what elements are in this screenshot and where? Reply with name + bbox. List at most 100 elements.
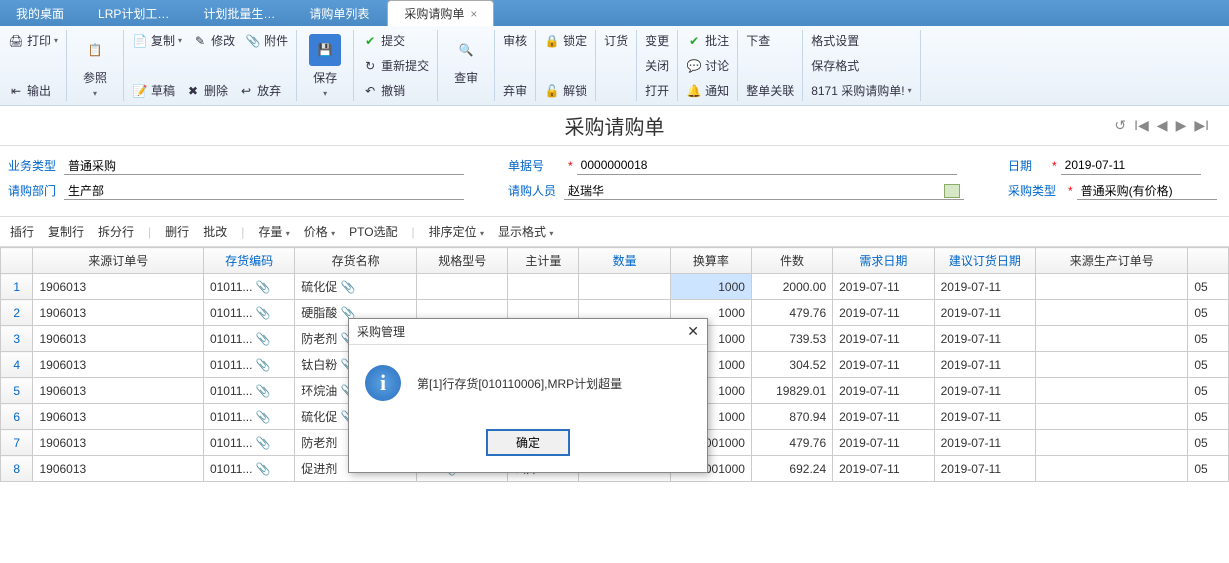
table-cell[interactable]	[1036, 326, 1188, 352]
table-cell[interactable]	[1036, 274, 1188, 300]
lookup-icon[interactable]	[944, 184, 960, 198]
print-button[interactable]: 🖨打印▾	[8, 32, 58, 49]
table-cell[interactable]: 2019-07-11	[934, 300, 1035, 326]
table-cell[interactable]: 05	[1188, 430, 1229, 456]
prev-icon[interactable]: ◀	[1157, 117, 1168, 134]
table-cell[interactable]: 01011... 📎	[203, 378, 294, 404]
table-cell[interactable]: 01011... 📎	[203, 300, 294, 326]
col-header[interactable]: 件数	[751, 248, 832, 274]
purch-type-field[interactable]	[1077, 181, 1217, 200]
template-button[interactable]: 8171 采购请购单!▾	[811, 82, 911, 99]
person-field[interactable]	[564, 181, 964, 200]
table-cell[interactable]: 01011... 📎	[203, 456, 294, 482]
table-cell[interactable]: 2019-07-11	[934, 274, 1035, 300]
allclose-button[interactable]: 整单关联	[746, 82, 794, 99]
table-cell[interactable]: 05	[1188, 300, 1229, 326]
biz-type-field[interactable]	[64, 156, 464, 175]
dialog-ok-button[interactable]: 确定	[486, 429, 570, 456]
table-cell[interactable]: 2019-07-11	[934, 456, 1035, 482]
table-cell[interactable]: 2019-07-11	[833, 456, 934, 482]
table-cell[interactable]: 1906013	[33, 404, 203, 430]
col-header[interactable]: 数量	[579, 248, 670, 274]
submit-button[interactable]: ✔提交	[362, 32, 405, 49]
draft-button[interactable]: 📝草稿	[132, 82, 175, 99]
table-cell[interactable]	[1036, 378, 1188, 404]
tb-copyrow[interactable]: 复制行	[48, 223, 84, 240]
audit-button[interactable]: 🔍 查审	[446, 32, 486, 88]
doc-no-field[interactable]	[577, 156, 957, 175]
col-header[interactable]: 建议订货日期	[934, 248, 1035, 274]
dept-field[interactable]	[64, 181, 464, 200]
col-header[interactable]	[1, 248, 33, 274]
notify-button[interactable]: 🔔通知	[686, 82, 729, 99]
col-header[interactable]: 主计量	[508, 248, 579, 274]
next-icon[interactable]: ▶	[1176, 117, 1187, 134]
table-cell[interactable]	[1036, 404, 1188, 430]
table-cell[interactable]: 692.24	[751, 456, 832, 482]
date-field[interactable]	[1061, 156, 1201, 175]
save-button[interactable]: 💾 保存 ▾	[305, 32, 345, 100]
tb-sort[interactable]: 排序定位 ▾	[429, 223, 484, 240]
change-button[interactable]: 变更	[645, 32, 669, 49]
table-cell[interactable]: 4	[1, 352, 33, 378]
reject-button[interactable]: 弃审	[503, 82, 527, 99]
table-cell[interactable]: 3	[1, 326, 33, 352]
last-icon[interactable]: ▶I	[1194, 117, 1209, 134]
table-cell[interactable]: 05	[1188, 378, 1229, 404]
tb-pto[interactable]: PTO选配	[349, 223, 397, 240]
tab-purchreq[interactable]: 采购请购单×	[387, 0, 494, 26]
col-header[interactable]: 存货编码	[203, 248, 294, 274]
delete-button[interactable]: ✖删除	[185, 82, 228, 99]
table-cell[interactable]: 2019-07-11	[833, 300, 934, 326]
first-icon[interactable]: I◀	[1134, 117, 1149, 134]
approve-button[interactable]: ✔批注	[686, 32, 729, 49]
open-button[interactable]: 打开	[645, 82, 669, 99]
table-cell[interactable]: 479.76	[751, 430, 832, 456]
copy-button[interactable]: 📄复制▾	[132, 32, 182, 49]
tab-batch[interactable]: 计划批量生…	[187, 1, 291, 26]
table-cell[interactable]: 5	[1, 378, 33, 404]
col-header[interactable]: 需求日期	[833, 248, 934, 274]
saveformat-button[interactable]: 保存格式	[811, 57, 859, 74]
table-cell[interactable]: 870.94	[751, 404, 832, 430]
col-header[interactable]: 存货名称	[295, 248, 417, 274]
undo-icon[interactable]: ↺	[1114, 117, 1126, 134]
table-cell[interactable]: 1906013	[33, 274, 203, 300]
table-cell[interactable]: 05	[1188, 274, 1229, 300]
col-header[interactable]: 来源订单号	[33, 248, 203, 274]
table-cell[interactable]	[579, 274, 670, 300]
table-cell[interactable]: 2019-07-11	[833, 430, 934, 456]
dialog-close-icon[interactable]: ✕	[687, 323, 699, 340]
table-cell[interactable]: 1906013	[33, 300, 203, 326]
table-cell[interactable]: 7	[1, 430, 33, 456]
tb-display[interactable]: 显示格式 ▾	[498, 223, 553, 240]
close-button[interactable]: 关闭	[645, 57, 669, 74]
table-cell[interactable]: 01011... 📎	[203, 274, 294, 300]
table-cell[interactable]: 1	[1, 274, 33, 300]
order-button[interactable]: 订货	[604, 32, 628, 49]
table-cell[interactable]: 2019-07-11	[934, 430, 1035, 456]
table-cell[interactable]	[417, 274, 508, 300]
table-cell[interactable]: 05	[1188, 352, 1229, 378]
table-cell[interactable]: 739.53	[751, 326, 832, 352]
tb-insertrow[interactable]: 插行	[10, 223, 34, 240]
tb-batchedit[interactable]: 批改	[203, 223, 227, 240]
output-button[interactable]: ⇤输出	[8, 82, 51, 99]
table-cell[interactable]: 2019-07-11	[833, 404, 934, 430]
table-cell[interactable]: 2019-07-11	[833, 326, 934, 352]
table-cell[interactable]: 01011... 📎	[203, 326, 294, 352]
table-cell[interactable]: 1906013	[33, 352, 203, 378]
col-header[interactable]: 来源生产订单号	[1036, 248, 1188, 274]
table-cell[interactable]: 05	[1188, 326, 1229, 352]
table-cell[interactable]	[1036, 430, 1188, 456]
table-cell[interactable]: 2019-07-11	[833, 352, 934, 378]
table-cell[interactable]: 2019-07-11	[833, 274, 934, 300]
table-cell[interactable]: 1906013	[33, 456, 203, 482]
tb-splitrow[interactable]: 拆分行	[98, 223, 134, 240]
table-cell[interactable]: 05	[1188, 404, 1229, 430]
tab-lrp[interactable]: LRP计划工…	[82, 1, 185, 26]
modify-button[interactable]: ✎修改	[192, 32, 235, 49]
table-cell[interactable]: 硫化促 📎	[295, 274, 417, 300]
table-cell[interactable]: 2000.00	[751, 274, 832, 300]
table-cell[interactable]	[1036, 456, 1188, 482]
